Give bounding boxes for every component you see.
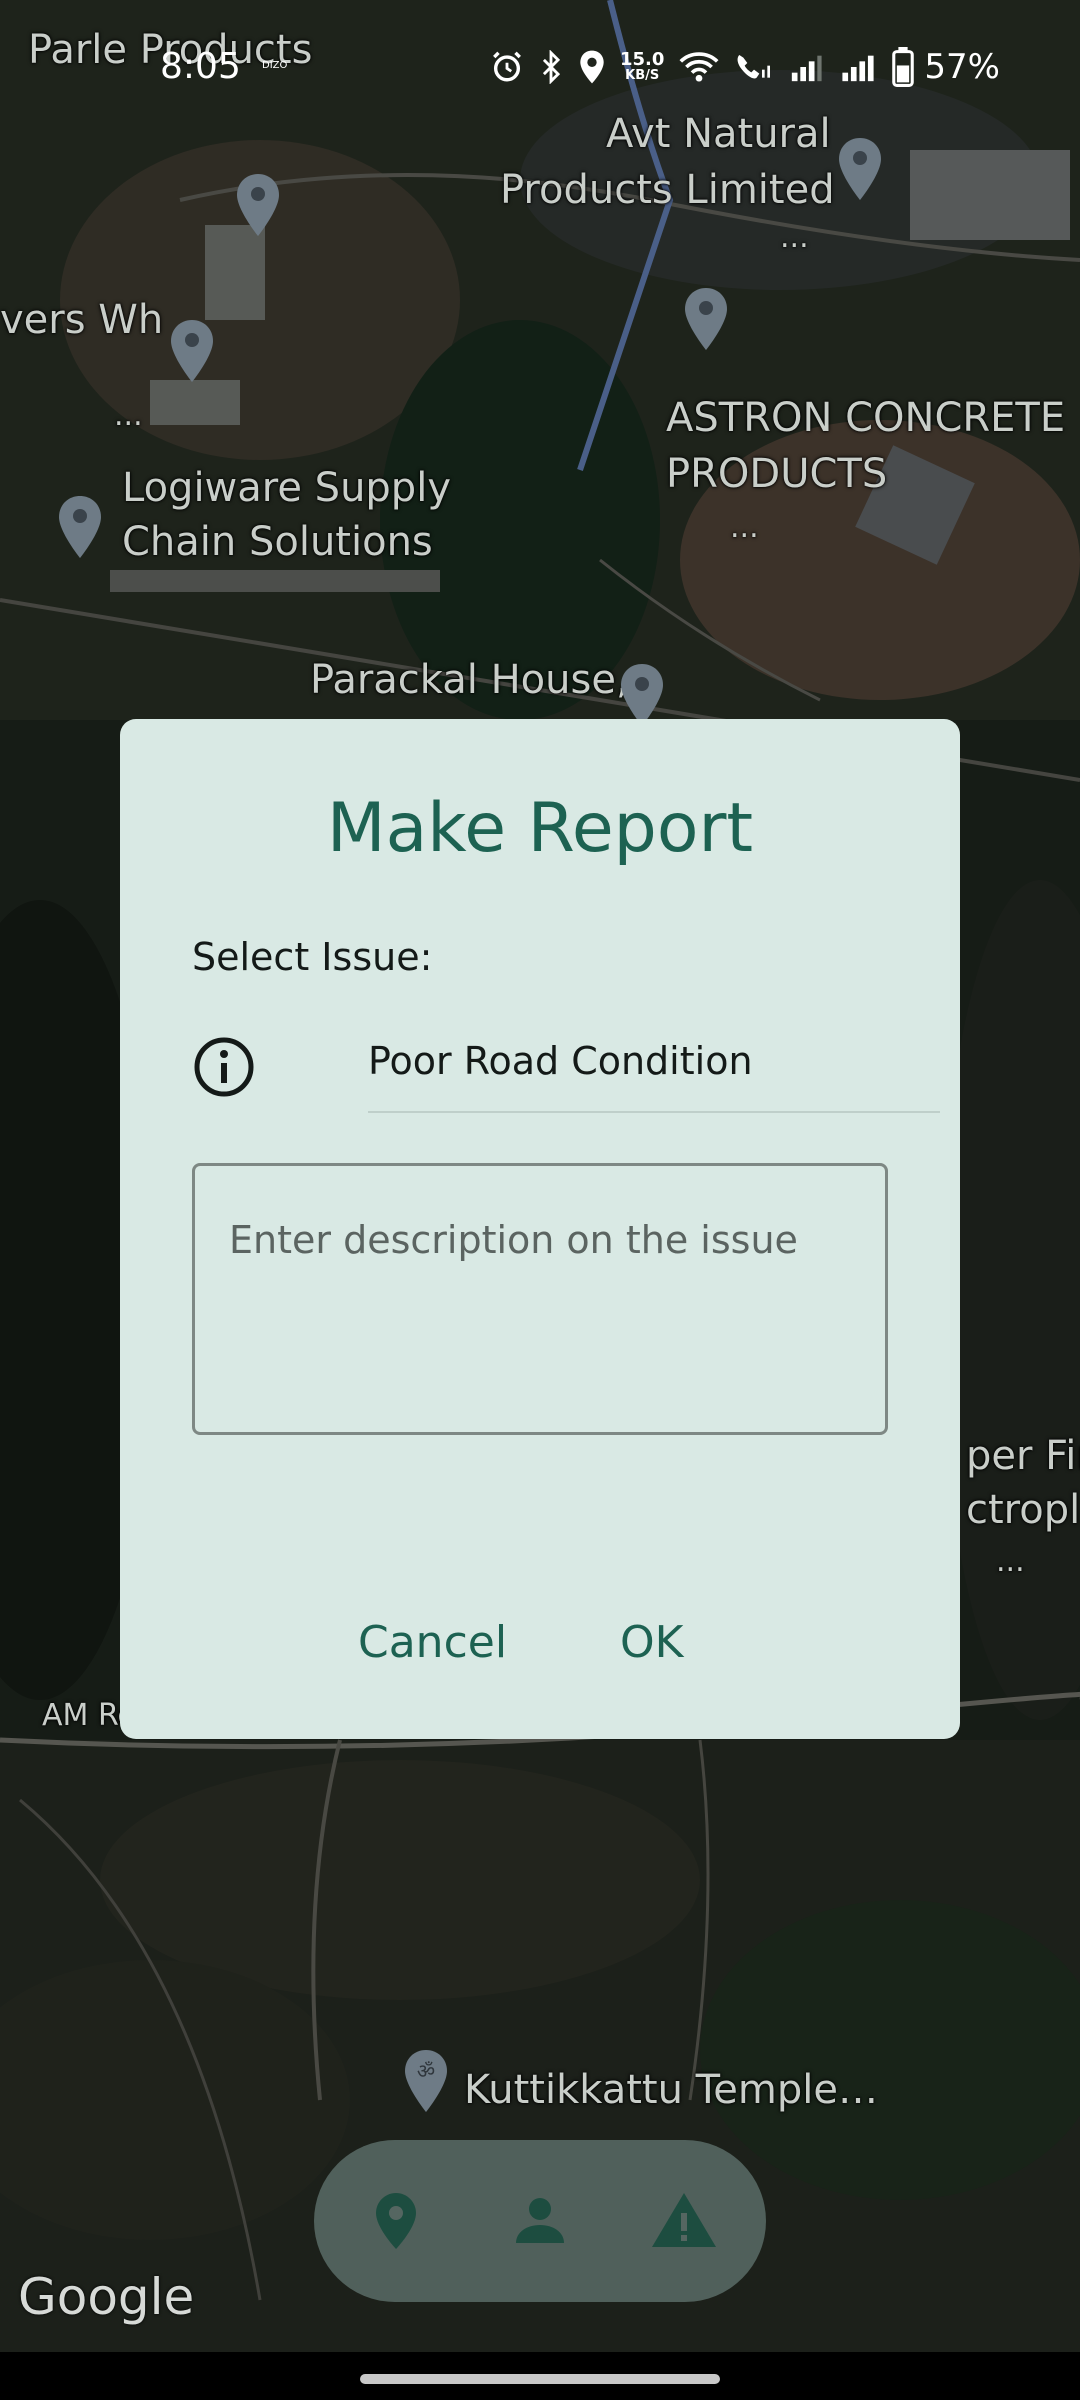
temple-pin-icon[interactable]: ॐ [402,2048,450,2114]
location-icon [580,50,604,84]
wifi-icon [679,52,719,82]
issue-selector[interactable]: Poor Road Condition [192,1025,940,1115]
map-label-parackal[interactable]: Parackal House, [310,652,629,708]
map-pin-icon[interactable] [56,494,104,560]
status-brand-badge: DIZO [262,60,288,71]
map-label-avt-line1[interactable]: Avt Natural [606,106,831,162]
map-pin-icon[interactable] [234,172,282,238]
map-label-astron-more: ... [730,510,759,545]
map-pin-icon[interactable] [682,286,730,352]
warning-icon [652,2193,716,2247]
google-attribution: Google [18,2268,195,2326]
gesture-navigation-bar [0,2352,1080,2400]
gesture-handle[interactable] [360,2374,720,2384]
nav-map-button[interactable] [356,2181,436,2261]
bluetooth-icon [542,50,561,84]
map-label-logiware-line1[interactable]: Logiware Supply [122,460,451,516]
network-speed-unit: KB/S [625,68,660,83]
info-icon [194,1037,254,1097]
map-pin-icon[interactable] [168,318,216,384]
svg-text:ॐ: ॐ [417,2059,435,2083]
battery-percent: 57% [924,47,1000,87]
nav-report-button[interactable] [644,2181,724,2261]
screen: Parle Products Avt Natural Products Limi… [0,0,1080,2400]
status-time: 8:05 [160,46,241,87]
description-input[interactable] [192,1163,888,1435]
map-pin-icon[interactable] [836,136,884,202]
dialog-title: Make Report [326,789,754,868]
bottom-navigation [314,2140,766,2302]
issue-underline [368,1111,940,1113]
map-label-astron-line2[interactable]: PRODUCTS [666,446,887,502]
network-speed-value: 15.0 [620,49,665,70]
ok-button[interactable]: OK [604,1607,700,1678]
select-issue-label: Select Issue: [192,935,433,979]
cancel-button[interactable]: Cancel [342,1607,523,1678]
wifi-calling-icon [738,55,771,79]
alarm-icon [493,51,521,82]
nav-profile-button[interactable] [500,2181,580,2261]
battery-icon [892,47,915,87]
signal-icon [792,55,823,82]
map-label-avt-more: ... [780,220,809,255]
map-label-temple[interactable]: Kuttikkattu Temple… [464,2062,878,2118]
issue-dropdown[interactable]: Poor Road Condition [368,1039,888,1083]
status-bar: 8:05 DIZO 15.0 KB/S 57% [0,30,1080,110]
map-label-astron-line1[interactable]: ASTRON CONCRETE [666,390,1065,446]
make-report-dialog: Make Report Select Issue: Poor Road Cond… [120,719,960,1739]
person-icon [516,2198,564,2243]
map-label-troplat[interactable]: ctroplat [966,1482,1080,1538]
signal-icon-2 [842,55,875,82]
map-label-vers-more: ... [114,398,143,433]
map-label-logiware-line2[interactable]: Chain Solutions [122,514,433,570]
status-icons: 15.0 KB/S 57% [490,42,1000,92]
network-speed: 15.0 KB/S [620,51,664,83]
location-pin-icon [376,2193,416,2249]
map-label-right-more: ... [996,1544,1025,1579]
map-label-fini[interactable]: per Fini [966,1428,1080,1484]
map-label-vers[interactable]: vers Wh [0,292,163,348]
